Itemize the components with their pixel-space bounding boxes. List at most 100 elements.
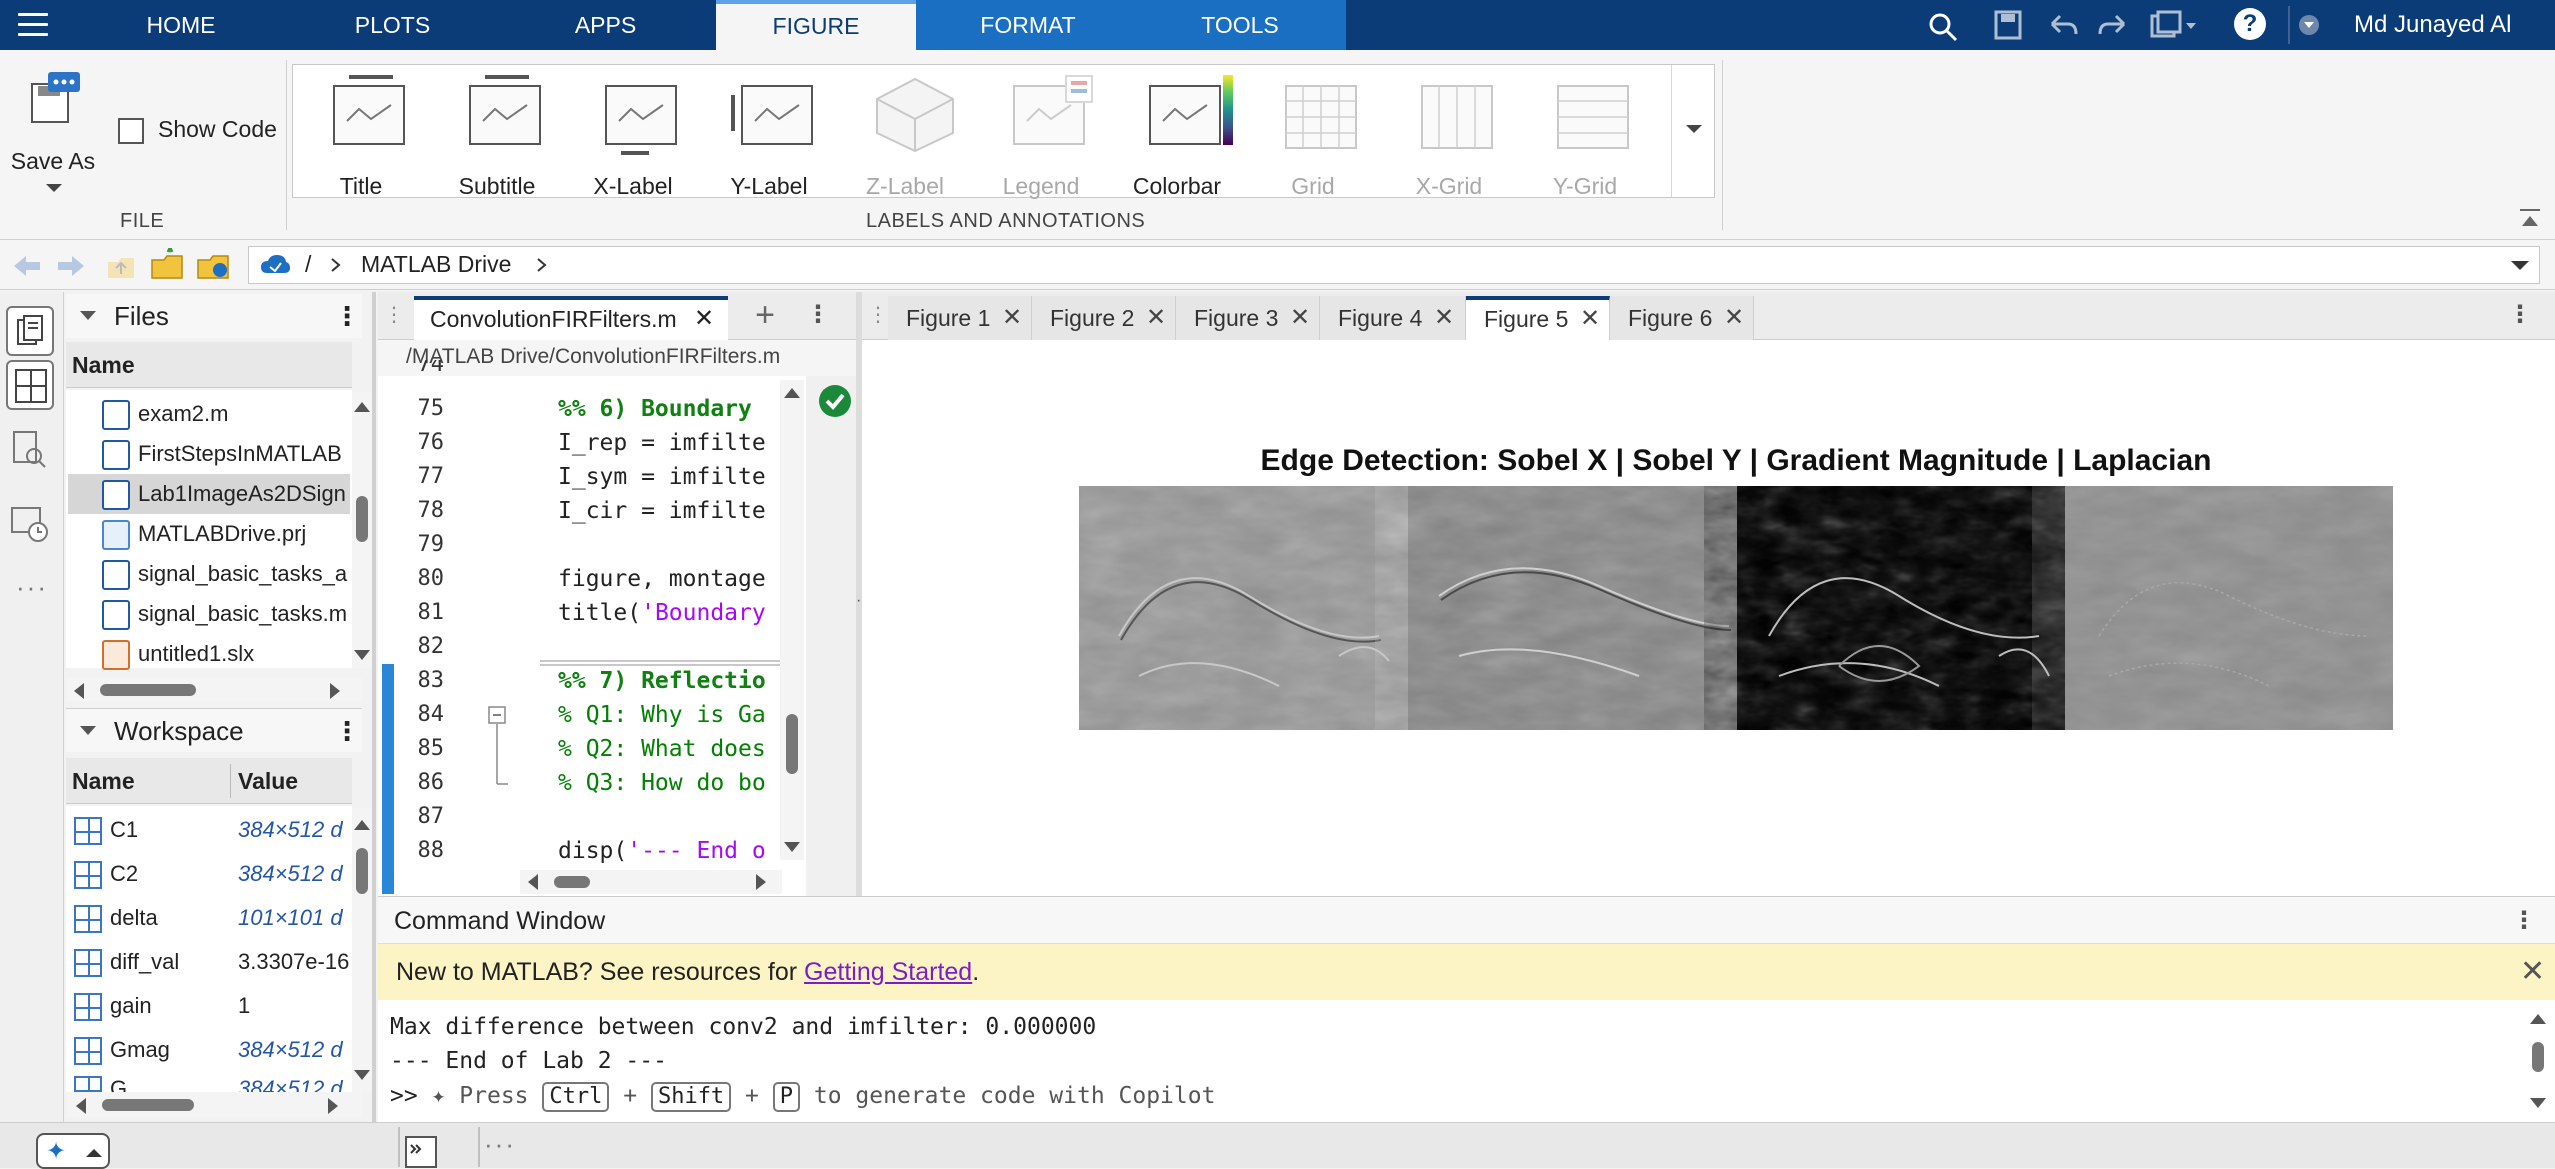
list-item[interactable]: signal_basic_tasks_a xyxy=(68,554,350,594)
code-line[interactable] xyxy=(558,528,778,562)
code-fold-icon[interactable] xyxy=(488,706,514,796)
command-prompt[interactable]: >> ✦ Press Ctrl + Shift + P to generate … xyxy=(390,1082,1215,1112)
montage-image[interactable] xyxy=(1079,486,2393,730)
path-item-matlab-drive[interactable]: MATLAB Drive xyxy=(361,251,511,278)
tab-tools[interactable]: TOOLS xyxy=(1160,0,1320,50)
list-item[interactable]: MATLABDrive.prj xyxy=(68,514,350,554)
workspace-horizontal-scrollbar[interactable] xyxy=(66,1092,362,1118)
editor-menu-icon[interactable]: ⋮ xyxy=(806,300,830,329)
close-icon[interactable]: ✕ xyxy=(1146,296,1166,340)
x-label-button[interactable]: X-Label xyxy=(565,65,701,199)
code-line[interactable]: %% 7) Reflectio xyxy=(558,664,778,698)
close-icon[interactable]: ✕ xyxy=(1724,296,1744,340)
legend-button[interactable]: Legend xyxy=(973,65,1109,199)
table-row[interactable]: C2 384×512 d xyxy=(68,852,350,896)
close-icon[interactable]: ✕ xyxy=(1290,296,1310,340)
list-item-selected[interactable]: Lab1ImageAs2DSign xyxy=(68,474,350,514)
user-name[interactable]: Md Junayed Al xyxy=(2354,0,2511,50)
back-arrow-icon[interactable] xyxy=(12,254,42,278)
editor-file-tab[interactable]: ConvolutionFIRFilters.m ✕ xyxy=(414,296,728,340)
hamburger-menu-icon[interactable] xyxy=(18,13,48,37)
help-icon[interactable]: ? xyxy=(2234,8,2266,40)
window-layout-icon[interactable] xyxy=(2150,10,2200,40)
code-line[interactable]: figure, montage xyxy=(558,562,778,596)
more-options-icon[interactable]: ··· xyxy=(484,1129,516,1160)
command-window-menu-icon[interactable]: ⋮ xyxy=(2512,897,2536,945)
command-vertical-scrollbar[interactable] xyxy=(2526,1006,2550,1116)
list-item[interactable]: FirstStepsInMATLAB xyxy=(68,434,350,474)
y-label-button[interactable]: Y-Label xyxy=(701,65,837,199)
browse-folder-icon[interactable] xyxy=(150,248,186,280)
chevron-down-icon[interactable] xyxy=(2511,261,2529,271)
tab-figure[interactable]: FIGURE xyxy=(716,0,916,50)
workspace-panel-menu-icon[interactable]: ⋮ xyxy=(334,709,360,753)
colorbar-button[interactable]: Colorbar xyxy=(1109,65,1245,199)
table-row[interactable]: G... 384×512 d xyxy=(68,1072,350,1092)
tab-figure-2[interactable]: Figure 2 ✕ xyxy=(1032,296,1176,340)
close-icon[interactable]: ✕ xyxy=(1002,296,1022,340)
path-field[interactable]: / MATLAB Drive xyxy=(248,246,2540,284)
code-line[interactable]: % Q1: Why is Ga xyxy=(558,698,778,732)
title-button[interactable]: Title xyxy=(293,65,429,199)
panel-splitter[interactable] xyxy=(372,292,376,1122)
code-line[interactable]: I_cir = imfilte xyxy=(558,494,778,528)
files-vertical-scrollbar[interactable] xyxy=(352,392,372,668)
code-line[interactable]: title('Boundary xyxy=(558,596,778,630)
tab-figure-4[interactable]: Figure 4 ✕ xyxy=(1320,296,1466,340)
editor-horizontal-scrollbar[interactable] xyxy=(520,870,782,894)
save-as-button[interactable]: Save As xyxy=(8,64,98,194)
code-line[interactable]: I_sym = imfilte xyxy=(558,460,778,494)
files-horizontal-scrollbar[interactable] xyxy=(66,678,362,702)
z-label-button[interactable]: Z-Label xyxy=(837,65,973,199)
files-panel-toggle[interactable] xyxy=(6,306,54,356)
close-icon[interactable]: ✕ xyxy=(694,300,714,338)
close-icon[interactable]: ✕ xyxy=(1434,296,1454,340)
up-folder-icon[interactable] xyxy=(106,252,136,280)
command-window-icon[interactable] xyxy=(404,1135,440,1169)
code-line[interactable] xyxy=(558,800,778,834)
copilot-button[interactable]: ✦ xyxy=(36,1133,110,1169)
table-row[interactable]: C1 384×512 d xyxy=(68,808,350,852)
subtitle-button[interactable]: Subtitle xyxy=(429,65,565,199)
more-options-icon[interactable]: ··· xyxy=(16,572,48,603)
workspace-column-value[interactable]: Value xyxy=(238,758,298,804)
tab-figure-5[interactable]: Figure 5 ✕ xyxy=(1466,296,1610,340)
code-line[interactable] xyxy=(558,630,778,664)
close-banner-icon[interactable]: ✕ xyxy=(2520,944,2545,1000)
collapse-triangle-icon[interactable] xyxy=(80,311,96,321)
grid-button[interactable]: Grid xyxy=(1245,65,1381,199)
forward-arrow-icon[interactable] xyxy=(56,254,86,278)
drag-handle-icon[interactable]: ⋮ xyxy=(868,302,888,327)
redo-icon[interactable] xyxy=(2098,12,2128,38)
file-search-icon[interactable] xyxy=(12,430,48,470)
command-history-icon[interactable] xyxy=(10,504,50,544)
tab-plots[interactable]: PLOTS xyxy=(330,0,455,50)
workspace-vertical-scrollbar[interactable] xyxy=(352,808,372,1092)
code-line[interactable]: disp('--- End o xyxy=(558,834,778,868)
code-line[interactable]: % Q2: What does xyxy=(558,732,778,766)
tab-figure-6[interactable]: Figure 6 ✕ xyxy=(1610,296,1754,340)
notification-icon[interactable] xyxy=(2298,14,2320,36)
undo-icon[interactable] xyxy=(2048,12,2078,38)
code-line[interactable]: I_rep = imfilte xyxy=(558,426,778,460)
x-grid-button[interactable]: X-Grid xyxy=(1381,65,1517,199)
code-ok-check-icon[interactable] xyxy=(818,384,852,418)
tab-figure-3[interactable]: Figure 3 ✕ xyxy=(1176,296,1320,340)
tab-home[interactable]: HOME xyxy=(120,0,242,50)
save-icon[interactable] xyxy=(1994,10,2022,40)
workspace-column-name[interactable]: Name xyxy=(72,758,135,804)
collapse-toolstrip-icon[interactable] xyxy=(2518,208,2542,230)
code-line[interactable]: % Q3: How do bo xyxy=(558,766,778,800)
list-item[interactable]: untitled1.slx xyxy=(68,634,350,674)
path-root[interactable]: / xyxy=(305,251,311,278)
code-line[interactable]: %% 6) Boundary xyxy=(558,392,778,426)
list-item[interactable]: exam2.m xyxy=(68,394,350,434)
files-panel-menu-icon[interactable]: ⋮ xyxy=(334,294,360,338)
list-item[interactable]: signal_basic_tasks.m xyxy=(68,594,350,634)
tab-format[interactable]: FORMAT xyxy=(948,0,1108,50)
search-icon[interactable] xyxy=(1928,12,1958,42)
drag-handle-icon[interactable]: ⋮ xyxy=(384,302,404,327)
new-folder-icon[interactable] xyxy=(196,250,232,280)
tab-apps[interactable]: APPS xyxy=(548,0,663,50)
new-tab-plus-icon[interactable]: + xyxy=(740,296,790,336)
